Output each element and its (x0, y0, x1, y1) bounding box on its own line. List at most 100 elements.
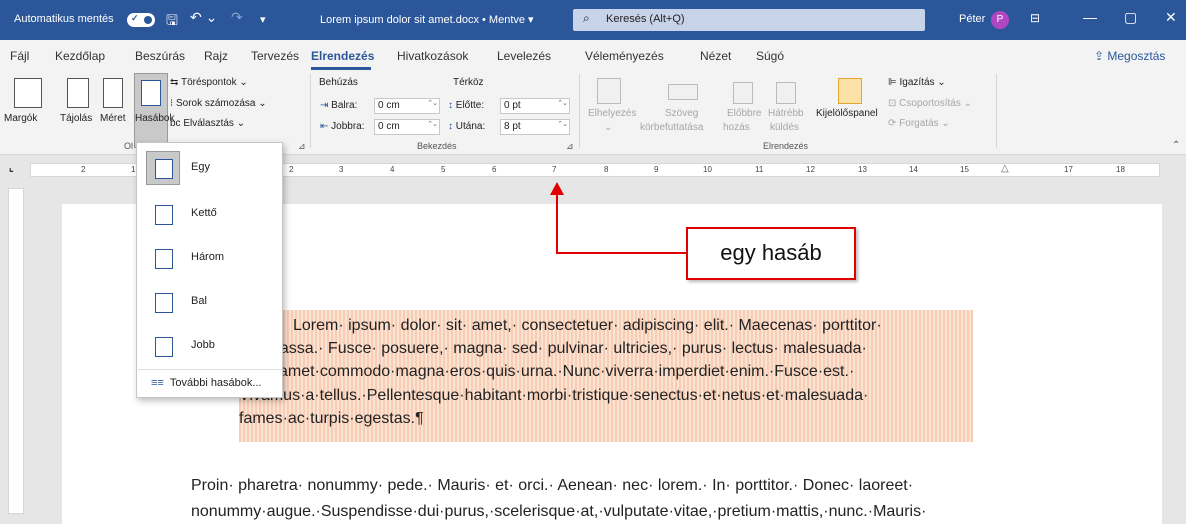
more-columns-button[interactable]: ≡≡ További hasábok... (151, 377, 262, 389)
rotate-button[interactable]: ⟳ Forgatás ⌄ (888, 118, 950, 129)
tab-insert[interactable]: Beszúrás (135, 49, 185, 63)
page-setup-launcher-icon[interactable]: ⊿ (298, 141, 306, 152)
selection-pane-icon[interactable] (838, 78, 862, 104)
tab-mailings[interactable]: Levelezés (497, 49, 551, 63)
ruler-label: 3 (339, 165, 344, 174)
close-icon[interactable]: ✕ (1165, 9, 1177, 26)
save-icon[interactable]: 🖫 (166, 10, 178, 34)
ruler-label: 2 (81, 165, 86, 174)
columns-option-three[interactable]: Három (138, 235, 282, 281)
send-backward-label-2[interactable]: küldés (770, 122, 799, 133)
title-bar: Automatikus mentés 🖫 ↶ ⌄ ↷ ▾ Lorem ipsum… (0, 0, 1186, 40)
wrap-text-label-1[interactable]: Szöveg (665, 108, 698, 119)
spacing-after-text: Utána: (455, 121, 486, 132)
callout-arrow-line (556, 252, 686, 254)
columns-option-two[interactable]: Kettő (138, 191, 282, 237)
tab-design[interactable]: Tervezés (251, 49, 299, 63)
indent-left-input[interactable]: 0 cm (374, 98, 440, 114)
margins-label[interactable]: Margók (4, 113, 37, 124)
paragraph-line: Vivamus·a·tellus.·Pellentesque·habitant·… (239, 387, 869, 404)
align-label: Igazítás (899, 77, 935, 88)
position-label[interactable]: Elhelyezés (588, 108, 636, 119)
ruler-label: 9 (654, 165, 659, 174)
group-paragraph-label: Bekezdés (417, 141, 457, 151)
orientation-label[interactable]: Tájolás (60, 113, 92, 124)
user-name[interactable]: Péter (959, 13, 985, 25)
bring-forward-label-2[interactable]: hozás (723, 122, 750, 133)
indent-left-label: ⇥ Balra: (320, 100, 357, 111)
spacing-after-input[interactable]: 8 pt (500, 119, 570, 135)
ruler-text-area (293, 164, 1005, 176)
position-icon[interactable] (597, 78, 621, 104)
breaks-button[interactable]: ⇆ Töréspontok ⌄ (170, 77, 248, 88)
indent-title: Behúzás (319, 77, 358, 88)
tab-review[interactable]: Véleményezés (585, 49, 664, 63)
menu-divider (138, 369, 282, 370)
columns-option-left[interactable]: Bal (138, 279, 282, 325)
indent-right-label: ⇤ Jobbra: (320, 121, 365, 132)
group-label: Csoportosítás (899, 98, 961, 109)
columns-option-label: Egy (191, 161, 210, 173)
wrap-text-icon[interactable] (668, 84, 698, 100)
right-indent-marker-icon[interactable]: △ (1001, 163, 1009, 174)
columns-option-one[interactable]: Egy (138, 145, 282, 191)
ribbon-display-icon[interactable]: ⊟ (1030, 11, 1040, 25)
hyphenation-button[interactable]: bc Elválasztás ⌄ (170, 118, 245, 129)
ruler-label: 6 (492, 165, 497, 174)
collapse-ribbon-icon[interactable]: ⌃ (1172, 140, 1180, 151)
share-button[interactable]: ⇪ Megosztás (1094, 49, 1165, 63)
search-box[interactable]: ⌕ Keresés (Alt+Q) (573, 9, 925, 31)
indent-right-input[interactable]: 0 cm (374, 119, 440, 135)
tab-stop-selector-icon[interactable]: ⌞ (9, 163, 14, 174)
maximize-icon[interactable]: ▢ (1124, 9, 1137, 26)
callout-box: egy hasáb (686, 227, 856, 280)
more-columns-icon: ≡≡ (151, 377, 164, 389)
size-label[interactable]: Méret (100, 113, 126, 124)
ruler-label: 1 (131, 165, 136, 174)
ribbon-tabs: Fájl Kezdőlap Beszúrás Rajz Tervezés Elr… (0, 40, 1186, 70)
indent-left-text: Balra: (331, 100, 358, 111)
bring-forward-label-1[interactable]: Előbbre (727, 108, 761, 119)
avatar[interactable]: P (991, 11, 1009, 29)
columns-label[interactable]: Hasábok (135, 113, 174, 124)
line-numbers-button[interactable]: ⁝ Sorok számozása ⌄ (170, 98, 267, 109)
tab-references[interactable]: Hivatkozások (397, 49, 468, 63)
group-separator (579, 74, 580, 148)
minimize-icon[interactable]: — (1083, 9, 1097, 25)
group-button[interactable]: ⊡ Csoportosítás ⌄ (888, 98, 972, 109)
tab-draw[interactable]: Rajz (204, 49, 228, 63)
share-icon: ⇪ (1094, 49, 1108, 63)
customize-qat-icon[interactable]: ▾ (260, 13, 266, 26)
line-numbers-label: Sorok számozása (175, 98, 256, 109)
ruler-label: 2 (289, 165, 294, 174)
margins-icon[interactable] (14, 78, 42, 108)
document-title[interactable]: Lorem ipsum dolor sit amet.docx • Mentve… (320, 13, 534, 26)
breaks-icon: ⇆ (170, 77, 181, 88)
columns-option-right[interactable]: Jobb (138, 323, 282, 369)
tab-file[interactable]: Fájl (10, 49, 29, 63)
size-icon[interactable] (103, 78, 123, 108)
tab-help[interactable]: Súgó (756, 49, 784, 63)
undo-icon[interactable]: ↶ ⌄ (190, 9, 217, 26)
send-backward-label-1[interactable]: Hátrébb (768, 108, 804, 119)
bring-forward-icon[interactable] (733, 82, 753, 104)
three-columns-icon (146, 241, 180, 275)
breaks-label: Töréspontok (180, 77, 237, 88)
group-separator (996, 74, 997, 148)
paragraph-launcher-icon[interactable]: ⊿ (566, 141, 574, 152)
send-backward-icon[interactable] (776, 82, 796, 104)
rotate-label: Forgatás (899, 118, 939, 129)
redo-icon[interactable]: ↷ (231, 9, 243, 26)
spacing-before-input[interactable]: 0 pt (500, 98, 570, 114)
tab-home[interactable]: Kezdőlap (55, 49, 105, 63)
autosave-toggle[interactable] (127, 13, 155, 27)
orientation-icon[interactable] (67, 78, 89, 108)
more-columns-label: További hasábok... (169, 377, 262, 389)
tab-view[interactable]: Nézet (700, 49, 731, 63)
tab-layout[interactable]: Elrendezés (311, 49, 374, 63)
wrap-text-label-2[interactable]: körbefuttatása (640, 122, 703, 133)
align-button[interactable]: ⊫ Igazítás ⌄ (888, 77, 946, 88)
selection-pane-label[interactable]: Kijelölőspanel (816, 108, 878, 119)
columns-icon[interactable] (141, 80, 161, 106)
paragraph-line: ue· massa.· Fusce· posuere,· magna· sed·… (239, 340, 867, 357)
